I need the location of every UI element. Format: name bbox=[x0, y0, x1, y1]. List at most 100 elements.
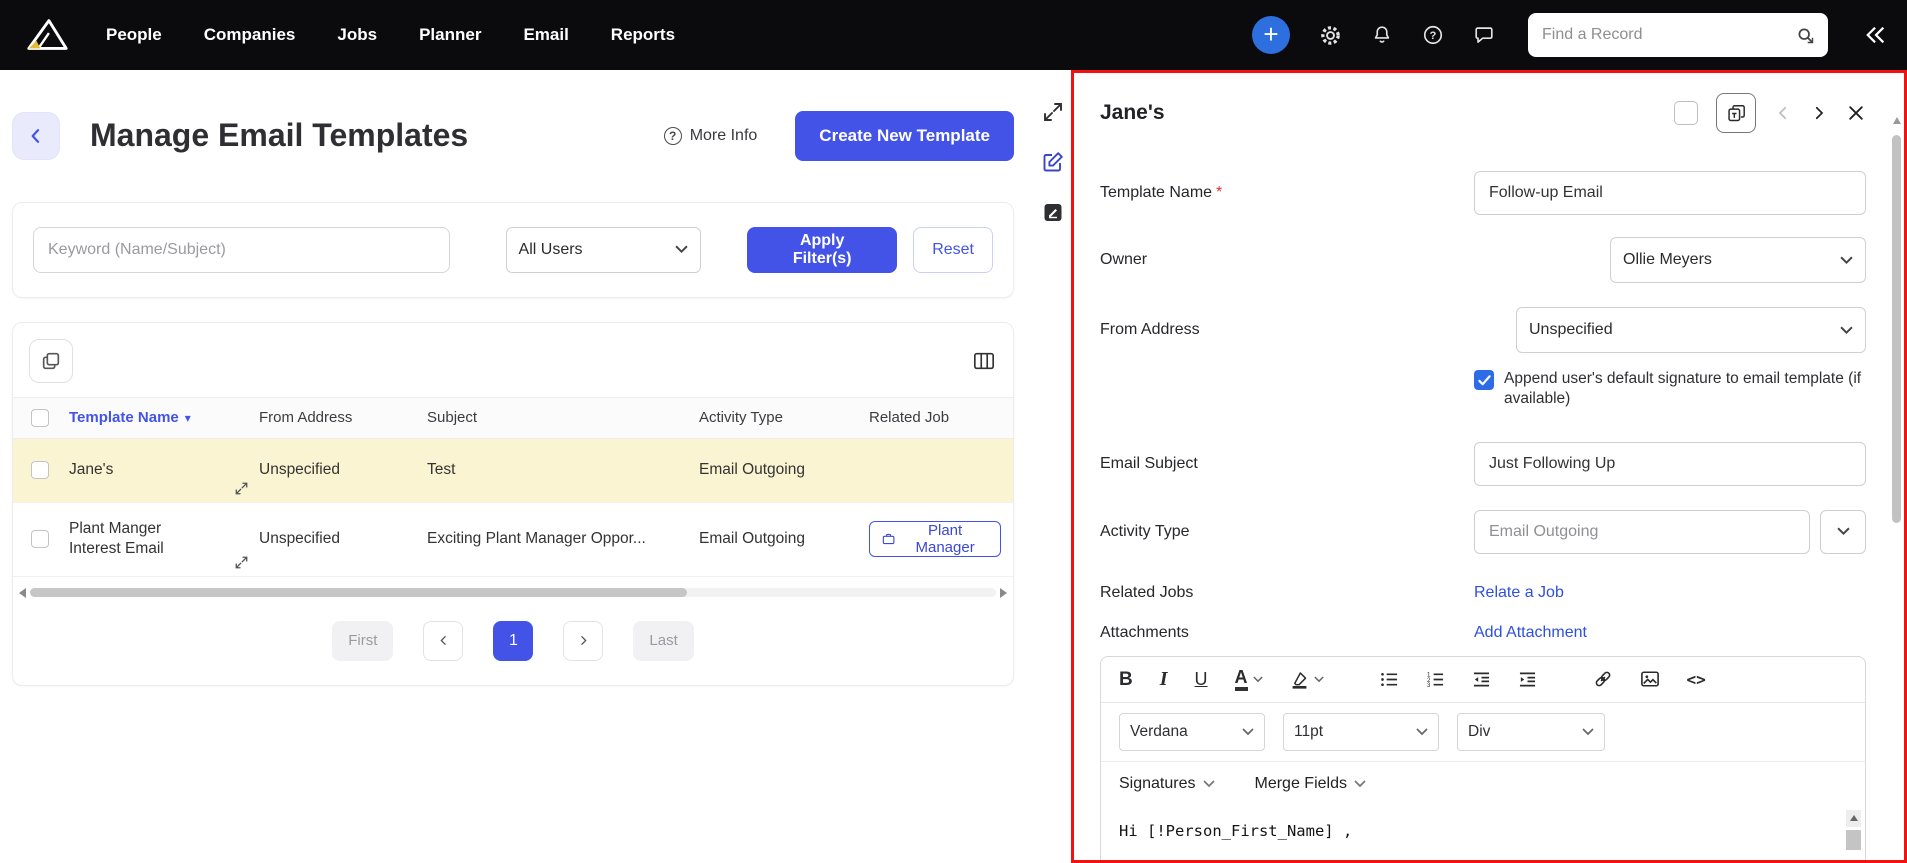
from-address-select[interactable]: Unspecified bbox=[1516, 307, 1866, 353]
drawer-select-checkbox[interactable] bbox=[1674, 101, 1698, 125]
template-name-input[interactable] bbox=[1474, 171, 1866, 215]
relate-a-job-link[interactable]: Relate a Job bbox=[1474, 584, 1564, 601]
expand-row-icon[interactable] bbox=[234, 481, 249, 496]
related-job-cell: Plant Manager bbox=[869, 521, 1013, 558]
activity-type-dropdown-button[interactable] bbox=[1820, 509, 1866, 554]
font-size-value: 11pt bbox=[1294, 722, 1324, 740]
previous-record-icon[interactable] bbox=[1774, 104, 1792, 122]
expand-row-icon[interactable] bbox=[234, 555, 249, 570]
copy-template-button[interactable] bbox=[1716, 93, 1756, 133]
global-search-input[interactable] bbox=[1540, 25, 1795, 45]
owner-select[interactable]: Ollie Meyers bbox=[1610, 237, 1866, 283]
more-info-link[interactable]: ? More Info bbox=[663, 126, 758, 145]
back-button[interactable] bbox=[12, 111, 60, 160]
code-view-icon[interactable]: <> bbox=[1687, 670, 1706, 689]
editor-format-toolbar: Verdana 11pt Div bbox=[1101, 701, 1865, 761]
apply-filters-button[interactable]: Apply Filter(s) bbox=[747, 226, 898, 273]
drawer-scrollbar[interactable] bbox=[1892, 73, 1902, 860]
pagination-first-button[interactable]: First bbox=[332, 620, 394, 661]
scrollbar-thumb[interactable] bbox=[1892, 135, 1901, 523]
table-row[interactable]: Jane's Unspecified Test Email Outgoing bbox=[13, 438, 1013, 503]
nav-item-reports[interactable]: Reports bbox=[611, 25, 675, 45]
attachments-label: Attachments bbox=[1100, 623, 1189, 641]
manage-templates-page: Manage Email Templates ? More Info Creat… bbox=[0, 70, 1034, 863]
reset-filters-button[interactable]: Reset bbox=[913, 226, 993, 273]
activity-type-cell: Email Outgoing bbox=[699, 461, 805, 479]
signature-stamp-icon[interactable] bbox=[1041, 200, 1065, 224]
close-drawer-icon[interactable] bbox=[1846, 103, 1866, 123]
copy-templates-button[interactable] bbox=[29, 338, 73, 383]
scrollbar-thumb[interactable] bbox=[1846, 829, 1861, 850]
indent-icon[interactable] bbox=[1518, 671, 1537, 688]
column-header-related-job: Related Job bbox=[869, 409, 950, 427]
pagination-prev-button[interactable] bbox=[423, 620, 464, 661]
quick-add-button[interactable]: + bbox=[1252, 16, 1290, 54]
editor-scrollbar[interactable] bbox=[1846, 809, 1861, 850]
nav-item-jobs[interactable]: Jobs bbox=[337, 25, 377, 45]
horizontal-scrollbar[interactable] bbox=[19, 585, 1007, 601]
nav-item-companies[interactable]: Companies bbox=[204, 25, 296, 45]
chat-icon[interactable] bbox=[1473, 24, 1495, 46]
scroll-up-icon[interactable] bbox=[1846, 809, 1861, 827]
add-attachment-link[interactable]: Add Attachment bbox=[1474, 624, 1587, 641]
scrollbar-thumb[interactable] bbox=[30, 588, 687, 598]
next-record-icon[interactable] bbox=[1810, 104, 1828, 122]
activity-type-input[interactable] bbox=[1474, 509, 1810, 554]
block-format-select[interactable]: Div bbox=[1457, 712, 1605, 751]
font-family-select[interactable]: Verdana bbox=[1119, 712, 1265, 751]
editor-content-area[interactable]: Hi [!Person_First_Name] , bbox=[1101, 806, 1865, 860]
signatures-dropdown[interactable]: Signatures bbox=[1119, 775, 1215, 793]
scroll-up-icon[interactable] bbox=[1893, 117, 1901, 124]
nav-item-email[interactable]: Email bbox=[523, 25, 568, 45]
expand-drawer-icon[interactable] bbox=[1041, 100, 1065, 124]
nav-item-planner[interactable]: Planner bbox=[419, 25, 481, 45]
row-checkbox[interactable] bbox=[31, 530, 49, 549]
append-signature-checkbox[interactable] bbox=[1474, 370, 1494, 390]
merge-fields-dropdown[interactable]: Merge Fields bbox=[1255, 775, 1366, 793]
pagination: First 1 Last bbox=[13, 603, 1013, 685]
search-icon[interactable] bbox=[1795, 25, 1816, 46]
font-color-icon[interactable]: A bbox=[1234, 668, 1263, 691]
select-all-checkbox[interactable] bbox=[31, 408, 49, 427]
row-checkbox[interactable] bbox=[31, 461, 49, 480]
italic-icon[interactable]: I bbox=[1160, 669, 1168, 689]
scroll-left-icon[interactable] bbox=[19, 587, 26, 598]
column-header-subject: Subject bbox=[427, 409, 478, 427]
highlight-color-icon[interactable] bbox=[1290, 670, 1324, 689]
unordered-list-icon[interactable] bbox=[1380, 671, 1399, 688]
table-row[interactable]: Plant Manger Interest Email Unspecified … bbox=[13, 503, 1013, 577]
email-subject-input[interactable] bbox=[1474, 441, 1866, 486]
edit-template-icon[interactable] bbox=[1041, 150, 1065, 174]
template-detail-drawer: Jane's Template Name * Follow-up Email O… bbox=[1071, 70, 1907, 863]
help-icon[interactable]: ? bbox=[1422, 24, 1444, 46]
svg-text:?: ? bbox=[1430, 30, 1437, 42]
more-info-label: More Info bbox=[689, 126, 758, 144]
font-size-select[interactable]: 11pt bbox=[1283, 712, 1439, 751]
insert-link-icon[interactable] bbox=[1593, 669, 1613, 689]
sort-descending-icon[interactable]: ▾ bbox=[185, 411, 191, 425]
pagination-page-1-button[interactable]: 1 bbox=[493, 620, 534, 661]
create-new-template-button[interactable]: Create New Template bbox=[795, 110, 1014, 161]
nav-item-people[interactable]: People bbox=[106, 25, 162, 45]
keyword-filter-input[interactable] bbox=[33, 226, 450, 273]
notifications-bell-icon[interactable] bbox=[1371, 24, 1393, 46]
editor-insert-toolbar: Signatures Merge Fields bbox=[1101, 760, 1865, 806]
column-settings-icon[interactable] bbox=[973, 351, 995, 371]
template-name-cell[interactable]: Plant Manger Interest Email bbox=[69, 519, 189, 559]
scroll-right-icon[interactable] bbox=[1000, 587, 1007, 598]
pagination-next-button[interactable] bbox=[563, 620, 604, 661]
related-job-chip[interactable]: Plant Manager bbox=[869, 521, 1001, 558]
users-filter-select[interactable]: All Users bbox=[505, 226, 702, 273]
pagination-last-button[interactable]: Last bbox=[633, 620, 694, 661]
underline-icon[interactable]: U bbox=[1195, 670, 1208, 688]
column-header-template-name[interactable]: Template Name bbox=[69, 409, 179, 426]
editor-text: Hi [!Person_First_Name] , bbox=[1119, 821, 1353, 840]
ordered-list-icon[interactable]: 1 2 3 bbox=[1426, 671, 1445, 688]
template-name-cell[interactable]: Jane's bbox=[69, 460, 113, 480]
insert-image-icon[interactable] bbox=[1640, 670, 1660, 688]
settings-gear-icon[interactable] bbox=[1319, 24, 1342, 47]
collapse-panel-icon[interactable] bbox=[1863, 24, 1889, 46]
bold-icon[interactable]: B bbox=[1119, 670, 1133, 689]
outdent-icon[interactable] bbox=[1472, 671, 1491, 688]
app-logo-icon[interactable] bbox=[18, 9, 76, 61]
